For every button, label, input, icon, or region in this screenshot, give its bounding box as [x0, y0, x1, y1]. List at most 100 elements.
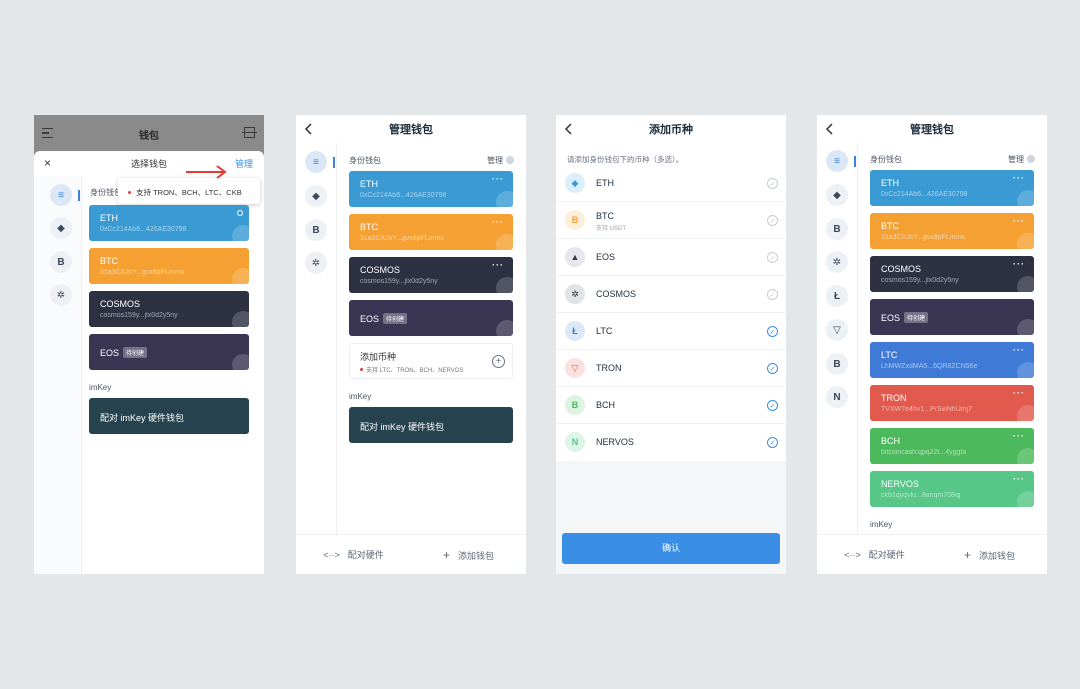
- add-wallet-button[interactable]: + 添加钱包: [411, 548, 526, 562]
- identity-tab-icon[interactable]: ≡: [826, 150, 848, 172]
- wallet-card-btc[interactable]: BTC 31a3CXJsY...gvx8pFLmmx ···: [349, 214, 513, 250]
- card-name: BTC: [360, 222, 378, 232]
- back-icon[interactable]: [825, 122, 835, 136]
- nervos-watermark-icon: [1017, 491, 1034, 507]
- wallet-card-ltc[interactable]: LTC LhMWZxdMA5...6QR8ZCN56e ···: [870, 342, 1034, 378]
- wallet-card-tron[interactable]: TRON TVXW7e4hv1...PrSwNhUmj7 ···: [870, 385, 1034, 421]
- pair-imkey-button[interactable]: 配对 imKey 硬件钱包: [349, 407, 513, 443]
- coin-row-ltc[interactable]: Ł LTC ✓: [556, 313, 786, 350]
- coin-row-nervos[interactable]: N NERVOS ✓: [556, 424, 786, 461]
- more-icon[interactable]: ···: [1013, 173, 1025, 183]
- cosmos-watermark-icon: [496, 277, 513, 293]
- nervos-icon: N: [565, 432, 585, 452]
- plus-icon: +: [442, 547, 450, 562]
- tron-watermark-icon: [1017, 405, 1034, 421]
- wallet-card-bch[interactable]: BCH bitcoincash:qpq22t...4yggfa ···: [870, 428, 1034, 464]
- section-identity: 身份钱包: [870, 155, 902, 164]
- bch-icon: B: [565, 395, 585, 415]
- btc-watermark-icon: [496, 234, 513, 250]
- check-icon[interactable]: ✓: [767, 437, 778, 448]
- more-icon[interactable]: ···: [1013, 216, 1025, 226]
- btc-chain-icon[interactable]: B: [826, 218, 848, 240]
- cosmos-watermark-icon: [232, 311, 249, 327]
- confirm-button[interactable]: 确认: [562, 533, 780, 564]
- card-address: 0xCc214Ab6...426AE30798: [881, 191, 968, 198]
- btc-chain-icon[interactable]: B: [305, 219, 327, 241]
- eth-watermark-icon: [1017, 190, 1034, 206]
- dimmed-top-bar: 钱包: [34, 115, 264, 151]
- coin-row-cosmos[interactable]: ✲ COSMOS ✓: [556, 276, 786, 313]
- eth-chain-icon[interactable]: ◆: [305, 185, 327, 207]
- bch-chain-icon[interactable]: B: [826, 353, 848, 375]
- wallet-card-eos[interactable]: EOS 待创建: [870, 299, 1034, 335]
- check-icon[interactable]: ✓: [767, 178, 778, 189]
- tron-icon: ▽: [565, 358, 585, 378]
- manage-toggle[interactable]: 管理: [487, 155, 514, 166]
- check-icon[interactable]: ✓: [767, 252, 778, 263]
- wallet-card-nervos[interactable]: NERVOS ckb1qyqvlu...8anqm708qj ···: [870, 471, 1034, 507]
- coin-row-btc[interactable]: B BTC 支持 USDT ✓: [556, 202, 786, 239]
- btc-chain-icon[interactable]: B: [50, 251, 72, 273]
- check-icon[interactable]: ✓: [767, 363, 778, 374]
- coin-row-eth[interactable]: ◆ ETH ✓: [556, 165, 786, 202]
- more-icon[interactable]: ···: [1013, 388, 1025, 398]
- more-icon[interactable]: ···: [1013, 345, 1025, 355]
- more-icon[interactable]: ···: [1013, 431, 1025, 441]
- card-name: EOS 待创建: [881, 312, 929, 323]
- eth-chain-icon[interactable]: ◆: [50, 217, 72, 239]
- wallet-card-btc[interactable]: BTC 31a3CXJsY...gvx8pFLmmx: [89, 248, 249, 284]
- more-icon[interactable]: ···: [1013, 259, 1025, 269]
- card-name-text: EOS: [881, 313, 901, 323]
- link-icon: <··>: [844, 550, 861, 560]
- cosmos-chain-icon[interactable]: ✲: [50, 284, 72, 306]
- coin-row-bch[interactable]: B BCH ✓: [556, 387, 786, 424]
- add-wallet-button[interactable]: + 添加钱包: [932, 548, 1047, 562]
- wallet-card-eth[interactable]: ETH 0xCc214Ab6...426AE30798 ···: [349, 171, 513, 207]
- check-icon[interactable]: ✓: [767, 215, 778, 226]
- card-name: BTC: [881, 221, 899, 231]
- coin-row-tron[interactable]: ▽ TRON ✓: [556, 350, 786, 387]
- card-name: ETH: [100, 213, 118, 223]
- active-indicator: [333, 157, 335, 168]
- header: 管理钱包: [817, 115, 1047, 143]
- pair-imkey-button[interactable]: 配对 imKey 硬件钱包: [89, 398, 249, 434]
- scan-icon[interactable]: [242, 127, 257, 138]
- back-icon[interactable]: [304, 122, 314, 136]
- manage-toggle[interactable]: 管理: [1008, 154, 1035, 165]
- check-icon[interactable]: ✓: [767, 326, 778, 337]
- wallet-card-eth[interactable]: ETH 0xCc214Ab6...426AE30798: [89, 205, 249, 241]
- eth-chain-icon[interactable]: ◆: [826, 184, 848, 206]
- wallet-card-eos[interactable]: EOS 待创建: [349, 300, 513, 336]
- wallet-card-cosmos[interactable]: COSMOS cosmos159y...jlx0d2y5ny: [89, 291, 249, 327]
- add-coin-card[interactable]: 添加币种 支持 LTC、TRON、BCH、NERVOS +: [349, 343, 513, 379]
- ltc-watermark-icon: [1017, 362, 1034, 378]
- footer-right-label: 添加钱包: [979, 550, 1016, 561]
- nervos-chain-icon[interactable]: N: [826, 386, 848, 408]
- back-icon[interactable]: [564, 122, 574, 136]
- cosmos-chain-icon[interactable]: ✲: [305, 252, 327, 274]
- wallet-card-eth[interactable]: ETH 0xCc214Ab6...426AE30798 ···: [870, 170, 1034, 206]
- pair-hardware-button[interactable]: <··> 配对硬件: [817, 548, 932, 561]
- wallet-card-btc[interactable]: BTC 31a3CXJsY...gvx8pFLmmx ···: [870, 213, 1034, 249]
- tron-chain-icon[interactable]: ▽: [826, 319, 848, 341]
- coin-sub: 支持 USDT: [596, 226, 627, 232]
- cosmos-chain-icon[interactable]: ✲: [826, 251, 848, 273]
- more-icon[interactable]: ···: [492, 174, 504, 184]
- manage-button[interactable]: 管理: [235, 157, 253, 170]
- card-address: cosmos159y...jlx0d2y5ny: [100, 312, 178, 319]
- more-icon[interactable]: ···: [492, 217, 504, 227]
- wallet-card-cosmos[interactable]: COSMOS cosmos159y...jlx0d2y5ny ···: [870, 256, 1034, 292]
- add-circle-icon[interactable]: +: [492, 355, 505, 368]
- minus-icon: [1027, 155, 1035, 163]
- coin-row-eos[interactable]: ▲ EOS ✓: [556, 239, 786, 276]
- wallet-card-eos[interactable]: EOS 待创建: [89, 334, 249, 370]
- wallet-card-cosmos[interactable]: COSMOS cosmos159y...jlx0d2y5ny ···: [349, 257, 513, 293]
- check-icon[interactable]: ✓: [767, 289, 778, 300]
- more-icon[interactable]: ···: [492, 260, 504, 270]
- check-icon[interactable]: ✓: [767, 400, 778, 411]
- ltc-chain-icon[interactable]: Ł: [826, 285, 848, 307]
- more-icon[interactable]: ···: [1013, 474, 1025, 484]
- identity-tab-icon[interactable]: ≡: [305, 151, 327, 173]
- identity-tab-icon[interactable]: ≡: [50, 184, 72, 206]
- pair-hardware-button[interactable]: <··> 配对硬件: [296, 548, 411, 561]
